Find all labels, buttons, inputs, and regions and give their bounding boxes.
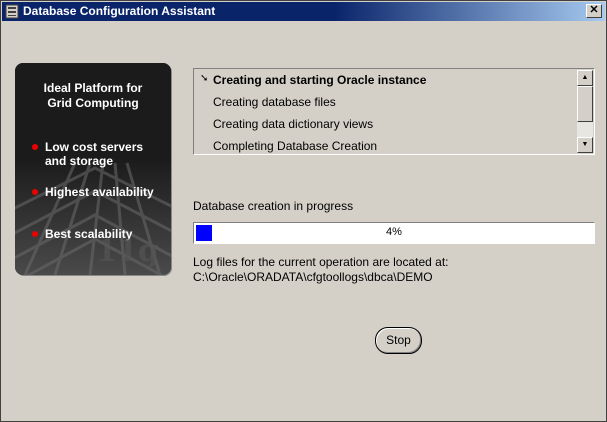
current-step-arrow-icon: ➘: [200, 73, 209, 84]
red-bullet-icon: [32, 144, 38, 150]
bullet-line2: and storage: [45, 154, 114, 168]
steps-viewport: ➘ Creating and starting Oracle instance …: [195, 70, 577, 153]
window-title: Database Configuration Assistant: [23, 4, 216, 18]
progress-steps-list[interactable]: ➘ Creating and starting Oracle instance …: [193, 68, 595, 155]
bullet-line1: Highest availability: [45, 185, 154, 199]
red-bullet-icon: [32, 189, 38, 195]
progress-percent-text: 4%: [386, 226, 402, 238]
step-item: Creating data dictionary views: [213, 117, 374, 131]
dbca-window: Database Configuration Assistant ✕ Ideal…: [0, 0, 607, 422]
log-files-path: C:\Oracle\ORADATA\cfgtoollogs\dbca\DEMO: [193, 270, 433, 284]
creation-progress-bar: 4%: [193, 222, 595, 244]
scroll-down-arrow-icon[interactable]: ▼: [577, 137, 593, 153]
close-button[interactable]: ✕: [586, 4, 602, 18]
steps-vertical-scrollbar[interactable]: ▲ ▼: [577, 70, 593, 153]
status-label: Database creation in progress: [193, 199, 354, 213]
red-bullet-icon: [32, 231, 38, 237]
step-item: Creating and starting Oracle instance: [213, 73, 427, 87]
step-item: Completing Database Creation: [213, 139, 378, 153]
stop-button[interactable]: Stop: [375, 327, 422, 354]
promo-title-line1: Ideal Platform for: [43, 81, 143, 95]
step-item: Creating database files: [213, 95, 336, 109]
oracle-11g-logo: 11g: [96, 234, 159, 269]
promo-title-line2: Grid Computing: [47, 96, 139, 110]
title-bar[interactable]: Database Configuration Assistant ✕: [2, 2, 605, 21]
oracle-promo-panel: Ideal Platform for Grid Computing Low co…: [15, 63, 171, 275]
bullet-line1: Low cost servers: [45, 140, 144, 154]
close-icon: ✕: [589, 4, 599, 16]
dbca-app-icon: [5, 4, 19, 19]
promo-title: Ideal Platform for Grid Computing: [15, 81, 171, 111]
scroll-up-arrow-icon[interactable]: ▲: [577, 70, 593, 86]
log-files-label: Log files for the current operation are …: [193, 255, 449, 269]
scrollbar-thumb[interactable]: [577, 86, 593, 122]
